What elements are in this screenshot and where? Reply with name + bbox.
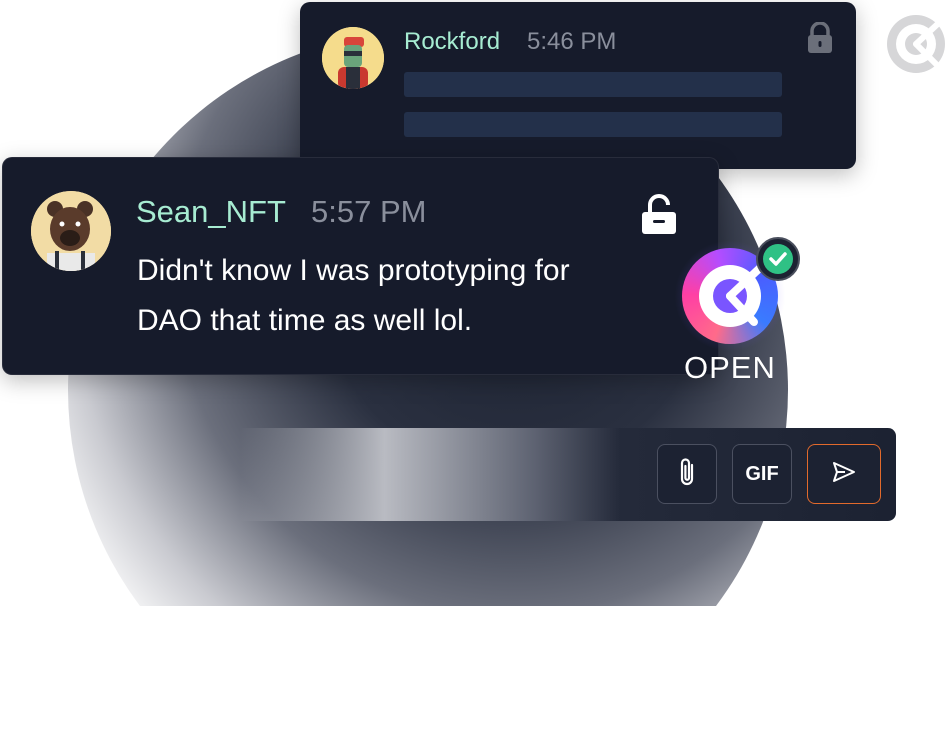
redacted-line: [404, 72, 782, 97]
check-circle-icon: [756, 237, 800, 281]
message-time: 5:46 PM: [527, 28, 617, 55]
redacted-line: [404, 112, 782, 137]
message-time: 5:57 PM: [311, 194, 427, 229]
message-card-rockford: Rockford 5:46 PM: [300, 2, 856, 169]
brand-logo-icon: [884, 12, 948, 76]
sender-name: Sean_NFT: [136, 194, 286, 229]
message-card-sean: Sean_NFT 5:57 PM Didn't know I was proto…: [2, 157, 719, 375]
message-composer: GIF: [240, 428, 896, 521]
paperclip-icon: [676, 455, 698, 494]
message-text: Didn't know I was prototyping for DAO th…: [137, 254, 570, 337]
attach-button[interactable]: [657, 444, 717, 504]
status-label: OPEN: [684, 350, 776, 385]
send-button[interactable]: [807, 444, 881, 504]
sender-name: Rockford: [404, 28, 501, 55]
gif-button[interactable]: GIF: [732, 444, 792, 504]
lock-closed-icon: [805, 21, 835, 59]
bear-avatar-icon[interactable]: [31, 191, 111, 271]
punk-avatar-icon[interactable]: [322, 27, 384, 89]
lock-open-icon: [639, 194, 679, 241]
send-icon: [831, 460, 857, 489]
